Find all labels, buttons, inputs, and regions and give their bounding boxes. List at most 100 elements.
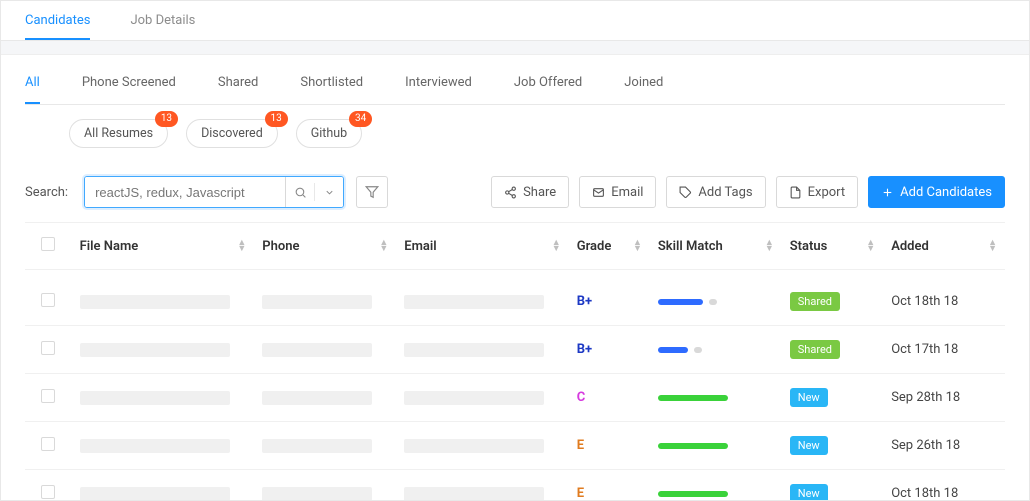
- phone-cell: [262, 295, 372, 309]
- status-tab-joined[interactable]: Joined: [624, 59, 663, 104]
- email-button[interactable]: Email: [579, 176, 656, 208]
- chip-discovered-wrap: Discovered 13: [186, 119, 278, 148]
- phone-cell: [262, 391, 372, 405]
- email-cell: [404, 391, 544, 405]
- status-badge: New: [790, 436, 828, 455]
- email-cell: [404, 295, 544, 309]
- grade-cell: E: [577, 438, 584, 453]
- grade-cell: B+: [577, 342, 592, 357]
- skill-match-cell: [658, 347, 774, 353]
- sort-icon[interactable]: ▲▼: [988, 240, 997, 252]
- chip-discovered-badge: 13: [265, 111, 288, 127]
- filter-button[interactable]: [356, 176, 388, 208]
- sort-icon[interactable]: ▲▼: [379, 240, 388, 252]
- status-tab-shortlisted[interactable]: Shortlisted: [300, 59, 363, 104]
- sort-icon[interactable]: ▲▼: [237, 240, 246, 252]
- export-button[interactable]: Export: [776, 176, 859, 208]
- phone-cell: [262, 439, 372, 453]
- status-tab-all[interactable]: All: [25, 59, 40, 104]
- col-skill-match[interactable]: Skill Match: [658, 239, 723, 254]
- added-cell: Oct 17th 18: [891, 342, 958, 357]
- tab-candidates[interactable]: Candidates: [25, 1, 90, 40]
- search-label: Search:: [25, 185, 68, 200]
- table-row[interactable]: B+ Shared Oct 18th 18: [25, 270, 1005, 326]
- added-cell: Sep 26th 18: [891, 438, 960, 453]
- share-button[interactable]: Share: [491, 176, 569, 208]
- add-tags-button[interactable]: Add Tags: [666, 176, 765, 208]
- status-tab-phone-screened[interactable]: Phone Screened: [82, 59, 176, 104]
- col-phone[interactable]: Phone: [262, 239, 299, 254]
- source-chips: All Resumes 13 Discovered 13 Github 34: [25, 105, 1005, 154]
- status-tab-job-offered[interactable]: Job Offered: [514, 59, 582, 104]
- added-cell: Sep 28th 18: [891, 390, 960, 405]
- skill-match-cell: [658, 395, 774, 401]
- sort-icon[interactable]: ▲▼: [866, 240, 875, 252]
- toolbar: Search: Share Email: [25, 154, 1005, 222]
- table-row[interactable]: E New Oct 18th 18: [25, 470, 1005, 501]
- chevron-down-icon[interactable]: [315, 177, 343, 207]
- chip-github-badge: 34: [349, 111, 372, 127]
- email-button-label: Email: [611, 185, 643, 200]
- status-badge: Shared: [790, 292, 840, 311]
- skill-match-cell: [658, 491, 774, 497]
- search-input[interactable]: [85, 177, 285, 207]
- skill-match-cell: [658, 443, 774, 449]
- status-tab-interviewed[interactable]: Interviewed: [405, 59, 472, 104]
- status-tabs: All Phone Screened Shared Shortlisted In…: [25, 59, 1005, 105]
- export-button-label: Export: [808, 185, 846, 200]
- status-badge: New: [790, 484, 828, 501]
- grade-cell: C: [577, 390, 586, 405]
- chip-all-resumes[interactable]: All Resumes: [69, 119, 168, 148]
- chip-discovered[interactable]: Discovered: [186, 119, 278, 148]
- add-tags-button-label: Add Tags: [698, 185, 752, 200]
- file-name-cell: [80, 343, 230, 357]
- col-email[interactable]: Email: [404, 239, 436, 254]
- tab-job-details[interactable]: Job Details: [130, 1, 195, 40]
- table-row[interactable]: E New Sep 26th 18: [25, 422, 1005, 470]
- col-file-name[interactable]: File Name: [80, 239, 139, 254]
- tag-icon: [679, 186, 692, 199]
- file-name-cell: [80, 487, 230, 501]
- added-cell: Oct 18th 18: [891, 486, 958, 501]
- file-name-cell: [80, 295, 230, 309]
- skill-match-cell: [658, 299, 774, 305]
- search-icon[interactable]: [286, 177, 314, 207]
- plus-icon: [881, 186, 894, 199]
- select-all-checkbox[interactable]: [41, 237, 55, 251]
- sort-icon[interactable]: ▲▼: [552, 240, 561, 252]
- chip-all-resumes-badge: 13: [155, 111, 178, 127]
- col-status[interactable]: Status: [790, 239, 828, 254]
- added-cell: Oct 18th 18: [891, 294, 958, 309]
- row-checkbox[interactable]: [41, 341, 55, 355]
- add-candidates-button[interactable]: Add Candidates: [868, 176, 1005, 208]
- email-cell: [404, 343, 544, 357]
- chip-all-resumes-wrap: All Resumes 13: [69, 119, 168, 148]
- candidates-table: File Name ▲▼ Phone ▲▼ Email ▲▼ Grade ▲▼ Skil…: [25, 222, 1005, 501]
- table-row[interactable]: C New Sep 28th 18: [25, 374, 1005, 422]
- search-box: [84, 176, 344, 208]
- email-cell: [404, 439, 544, 453]
- status-tab-shared[interactable]: Shared: [218, 59, 258, 104]
- add-candidates-button-label: Add Candidates: [900, 185, 992, 200]
- col-added[interactable]: Added: [891, 239, 929, 254]
- chip-github-wrap: Github 34: [296, 119, 362, 148]
- row-checkbox[interactable]: [41, 437, 55, 451]
- phone-cell: [262, 343, 372, 357]
- email-cell: [404, 487, 544, 501]
- sort-icon[interactable]: ▲▼: [765, 240, 774, 252]
- col-grade[interactable]: Grade: [577, 239, 612, 254]
- status-badge: New: [790, 388, 828, 407]
- row-checkbox[interactable]: [41, 293, 55, 307]
- table-row[interactable]: B+ Shared Oct 17th 18: [25, 326, 1005, 374]
- row-checkbox[interactable]: [41, 389, 55, 403]
- file-name-cell: [80, 391, 230, 405]
- top-tabs: Candidates Job Details: [1, 1, 1029, 41]
- row-checkbox[interactable]: [41, 485, 55, 499]
- status-badge: Shared: [790, 340, 840, 359]
- mail-icon: [592, 186, 605, 199]
- grade-cell: B+: [577, 294, 592, 309]
- file-name-cell: [80, 439, 230, 453]
- grade-cell: E: [577, 486, 584, 501]
- export-icon: [789, 186, 802, 199]
- sort-icon[interactable]: ▲▼: [633, 240, 642, 252]
